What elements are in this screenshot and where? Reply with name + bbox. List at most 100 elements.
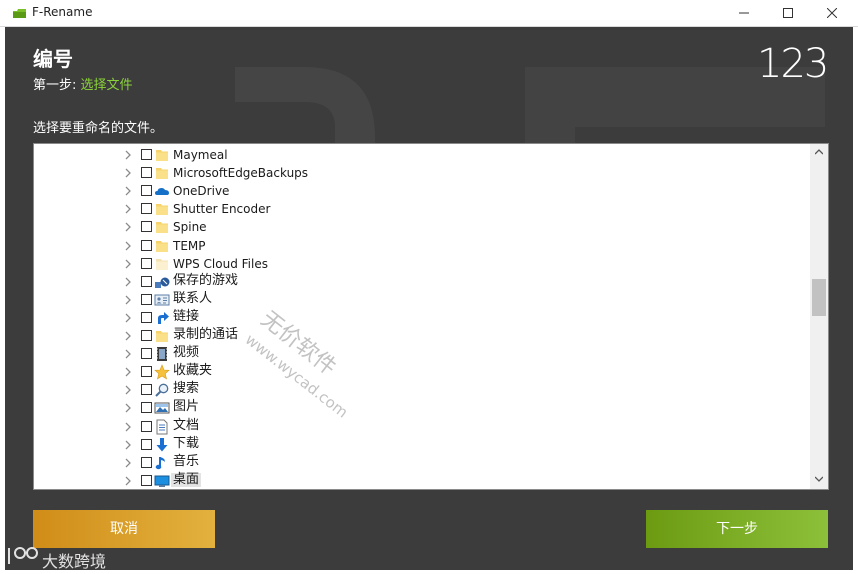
chevron-right-icon[interactable] [124, 149, 132, 161]
tree-row[interactable]: Maymeal [34, 146, 810, 164]
tree-checkbox[interactable] [141, 438, 152, 450]
chevron-right-icon[interactable] [124, 294, 132, 306]
close-icon [827, 8, 837, 18]
tree-row-label: 收藏夹 [173, 363, 213, 379]
tree-checkbox[interactable] [141, 293, 152, 305]
tree-checkbox[interactable] [141, 456, 152, 468]
tree-checkbox[interactable] [141, 420, 152, 432]
folder-icon [156, 331, 168, 342]
watermark-logo-icon [8, 547, 38, 564]
step-prefix: 第一步: [33, 78, 81, 93]
tree-checkbox[interactable] [141, 167, 152, 179]
tree-row-label: MicrosoftEdgeBackups [173, 166, 309, 181]
window-title: F-Rename [32, 5, 93, 19]
tree-checkbox[interactable] [141, 221, 152, 233]
instruction-text: 选择要重命名的文件。 [33, 121, 164, 136]
tree-row[interactable]: 文档 [34, 418, 810, 436]
tree-row[interactable]: OneDrive [34, 182, 810, 200]
tree-checkbox[interactable] [141, 311, 152, 323]
tree-checkbox[interactable] [141, 384, 152, 396]
tree-row[interactable]: Spine [34, 218, 810, 236]
tree-checkbox[interactable] [141, 149, 152, 160]
contacts-icon [154, 294, 170, 306]
chevron-right-icon[interactable] [124, 203, 132, 215]
tree-row-label: 录制的通话 [173, 327, 239, 342]
tree-row[interactable]: 保存的游戏 [34, 273, 810, 291]
tree-row[interactable]: 桌面 [34, 472, 810, 489]
tree-row[interactable]: 图片 [34, 399, 810, 417]
chevron-right-icon[interactable] [124, 366, 132, 378]
chevron-right-icon[interactable] [124, 384, 132, 396]
step-indicator: 第一步: 选择文件 [33, 74, 133, 93]
chevron-right-icon[interactable] [124, 312, 132, 324]
tree-row[interactable]: 链接 [34, 309, 810, 327]
folder-icon [156, 222, 168, 234]
tree-row[interactable]: 音乐 [34, 454, 810, 472]
numbering-logo: 123 [757, 41, 829, 83]
tree-row-label: 搜索 [173, 381, 200, 397]
onedrive-cloud-icon [155, 188, 169, 196]
tree-checkbox[interactable] [141, 348, 152, 360]
tree-checkbox[interactable] [141, 239, 152, 251]
chevron-right-icon[interactable] [124, 330, 132, 342]
chevron-right-icon[interactable] [124, 221, 132, 233]
tree-checkbox[interactable] [141, 185, 152, 197]
tree-checkbox[interactable] [141, 203, 152, 215]
app-logo-icon [13, 9, 26, 18]
chevron-right-icon[interactable] [124, 457, 132, 469]
chevron-right-icon[interactable] [124, 348, 132, 360]
next-step-button[interactable]: 下一步 [646, 510, 828, 548]
tree-row-label: Maymeal [173, 148, 228, 162]
tree-checkbox[interactable] [141, 474, 152, 486]
tree-row[interactable]: TEMP [34, 237, 810, 255]
download-arrow-icon [156, 437, 168, 452]
video-icon [157, 347, 167, 362]
tree-row[interactable]: Shutter Encoder [34, 200, 810, 218]
close-button[interactable] [810, 0, 856, 26]
chevron-right-icon[interactable] [124, 276, 132, 288]
chevron-right-icon[interactable] [124, 439, 132, 451]
tree-row[interactable]: 下载 [34, 436, 810, 454]
tree-checkbox[interactable] [141, 366, 152, 378]
folder-icon [156, 168, 168, 180]
logo-text: 123 [757, 41, 827, 83]
scroll-down-arrow-icon[interactable] [815, 476, 823, 482]
tree-row-label: TEMP [173, 238, 206, 253]
tree-row-label: 视频 [173, 345, 200, 361]
page-title: 编号 [33, 47, 73, 71]
tree-checkbox[interactable] [141, 257, 152, 269]
chevron-right-icon[interactable] [124, 185, 132, 197]
link-arrow-icon [156, 311, 169, 324]
tree-row-label: Shutter Encoder [173, 202, 271, 217]
folder-icon [156, 150, 168, 161]
saved-games-icon [155, 277, 170, 288]
music-note-icon [155, 456, 165, 469]
tree-row[interactable]: 收藏夹 [34, 363, 810, 381]
star-icon [154, 364, 170, 380]
pictures-icon [154, 402, 170, 414]
tree-row[interactable]: 搜索 [34, 381, 810, 399]
tree-row[interactable]: 联系人 [34, 291, 810, 309]
chevron-right-icon[interactable] [124, 167, 132, 179]
chevron-right-icon[interactable] [124, 240, 132, 252]
maximize-button[interactable] [766, 0, 812, 26]
vertical-scrollbar[interactable] [810, 144, 828, 489]
tree-row[interactable]: WPS Cloud Files [34, 255, 810, 273]
tree-row-label: 保存的游戏 [173, 272, 239, 288]
tree-checkbox[interactable] [141, 275, 152, 287]
chevron-right-icon[interactable] [124, 258, 132, 270]
minimize-button[interactable] [722, 0, 768, 26]
tree-checkbox[interactable] [141, 330, 152, 341]
scroll-up-arrow-icon[interactable] [815, 149, 823, 155]
folder-tree[interactable]: Maymeal MicrosoftEdgeBackups OneDrive Shutt… [33, 143, 829, 490]
chevron-right-icon[interactable] [124, 402, 132, 414]
tree-checkbox[interactable] [141, 402, 152, 414]
tree-row[interactable]: 录制的通话 [34, 327, 810, 345]
title-bar: F-Rename [0, 0, 858, 27]
tree-row[interactable]: 视频 [34, 345, 810, 363]
scrollbar-thumb[interactable] [812, 279, 826, 316]
chevron-right-icon[interactable] [124, 475, 132, 487]
cancel-button[interactable]: 取消 [33, 510, 215, 548]
chevron-right-icon[interactable] [124, 421, 132, 433]
tree-row[interactable]: MicrosoftEdgeBackups [34, 164, 810, 182]
